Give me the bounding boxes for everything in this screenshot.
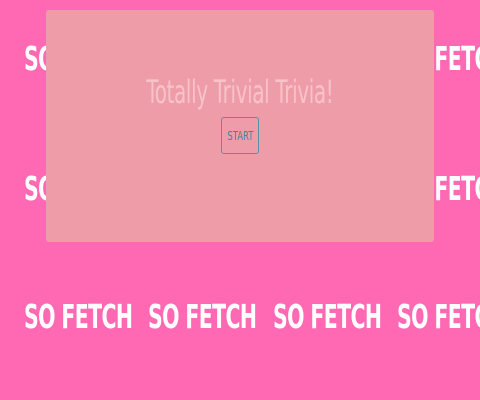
start-button[interactable]: START [221, 117, 259, 154]
background-tile: SO FETCH [397, 297, 480, 336]
start-panel: Totally Trivial Trivia! START [46, 10, 434, 242]
game-title-text: Totally Trivial Trivia! [146, 73, 334, 111]
game-title: Totally Trivial Trivia! [46, 76, 434, 108]
background-tile: SO FETCH [273, 297, 382, 336]
background-tile: SO FETCH [24, 297, 133, 336]
background-tile: SO FETCH [148, 297, 257, 336]
start-button-label: START [227, 128, 254, 143]
